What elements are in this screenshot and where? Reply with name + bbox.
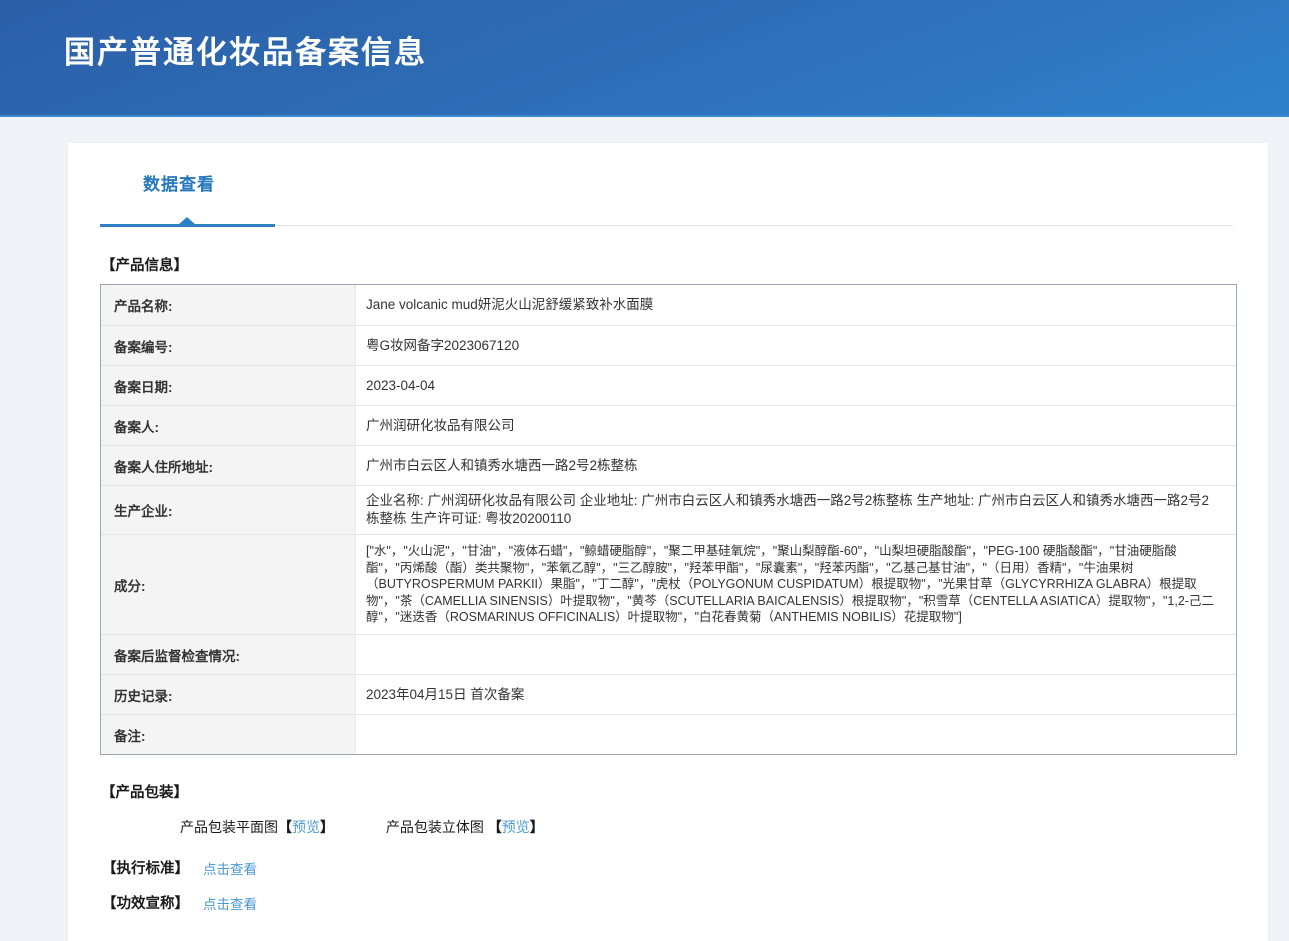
packaging-flat-label: 产品包装平面图 [180, 819, 278, 835]
packaging-images-row: 产品包装平面图【预览】 产品包装立体图 【预览】 [180, 817, 1268, 837]
row-label: 备案日期: [101, 366, 356, 405]
row-label: 生产企业: [101, 486, 356, 534]
table-row-manufacturer: 生产企业: 企业名称: 广州润研化妆品有限公司 企业地址: 广州市白云区人和镇秀… [101, 485, 1236, 534]
efficacy-claim-link[interactable]: 点击查看 [203, 893, 257, 913]
section-title-product-packaging: 【产品包装】 [101, 781, 1268, 802]
row-value: 粤G妆网备字2023067120 [356, 326, 1236, 365]
section-title-efficacy-claim: 【功效宣称】 [102, 892, 189, 913]
row-label: 备案人: [101, 406, 356, 445]
tab-pointer-triangle-icon [178, 217, 196, 225]
table-row-filer-address: 备案人住所地址: 广州市白云区人和镇秀水塘西一路2号2栋整栋 [101, 445, 1236, 485]
content-card: 数据查看 【产品信息】 产品名称: Jane volcanic mud妍泥火山泥… [68, 143, 1268, 941]
packaging-stereo-group: 产品包装立体图 【预览】 [386, 819, 544, 835]
table-row-filing-date: 备案日期: 2023-04-04 [101, 365, 1236, 405]
row-label: 备案后监督检查情况: [101, 635, 356, 674]
preview-flat-link[interactable]: 预览 [292, 819, 320, 835]
bracket-close: 】 [320, 819, 334, 835]
execution-standard-row: 【执行标准】 点击查看 [102, 857, 1268, 878]
row-value: 广州润研化妆品有限公司 [356, 406, 1236, 445]
row-value: 广州市白云区人和镇秀水塘西一路2号2栋整栋 [356, 446, 1236, 485]
row-value: 2023-04-04 [356, 366, 1236, 405]
tab-bar: 数据查看 [68, 170, 1268, 195]
section-title-product-info: 【产品信息】 [101, 254, 1268, 275]
packaging-stereo-label: 产品包装立体图 [386, 819, 484, 835]
table-row-filing-number: 备案编号: 粤G妆网备字2023067120 [101, 325, 1236, 365]
section-title-execution-standard: 【执行标准】 [102, 857, 189, 878]
row-value: ["水"，"火山泥"，"甘油"，"液体石蜡"，"鲸蜡硬脂醇"，"聚二甲基硅氧烷"… [356, 535, 1236, 634]
row-value: 2023年04月15日 首次备案 [356, 675, 1236, 714]
table-row-supervision: 备案后监督检查情况: [101, 634, 1236, 674]
table-row-history: 历史记录: 2023年04月15日 首次备案 [101, 674, 1236, 714]
product-info-table: 产品名称: Jane volcanic mud妍泥火山泥舒缓紧致补水面膜 备案编… [100, 284, 1237, 755]
page-header: 国产普通化妆品备案信息 [0, 0, 1289, 117]
row-value [356, 635, 1236, 674]
row-value: 企业名称: 广州润研化妆品有限公司 企业地址: 广州市白云区人和镇秀水塘西一路2… [356, 486, 1236, 534]
row-value: Jane volcanic mud妍泥火山泥舒缓紧致补水面膜 [356, 285, 1236, 325]
page-title: 国产普通化妆品备案信息 [0, 0, 1289, 72]
table-row-product-name: 产品名称: Jane volcanic mud妍泥火山泥舒缓紧致补水面膜 [101, 285, 1236, 325]
execution-standard-link[interactable]: 点击查看 [203, 858, 257, 878]
table-row-remarks: 备注: [101, 714, 1236, 754]
row-label: 成分: [101, 535, 356, 634]
bracket-open: 【 [488, 819, 502, 835]
row-label: 备案人住所地址: [101, 446, 356, 485]
efficacy-claim-row: 【功效宣称】 点击查看 [102, 892, 1268, 913]
bracket-close: 】 [530, 819, 544, 835]
row-label: 备案编号: [101, 326, 356, 365]
table-row-ingredients: 成分: ["水"，"火山泥"，"甘油"，"液体石蜡"，"鲸蜡硬脂醇"，"聚二甲基… [101, 534, 1236, 634]
packaging-flat-group: 产品包装平面图【预览】 [180, 819, 334, 835]
tab-data-view[interactable]: 数据查看 [143, 170, 215, 195]
table-row-filer: 备案人: 广州润研化妆品有限公司 [101, 405, 1236, 445]
preview-stereo-link[interactable]: 预览 [502, 819, 530, 835]
row-value [356, 715, 1236, 754]
bracket-open: 【 [278, 819, 292, 835]
row-label: 备注: [101, 715, 356, 754]
row-label: 历史记录: [101, 675, 356, 714]
row-label: 产品名称: [101, 285, 356, 325]
tab-strip [100, 218, 1233, 228]
